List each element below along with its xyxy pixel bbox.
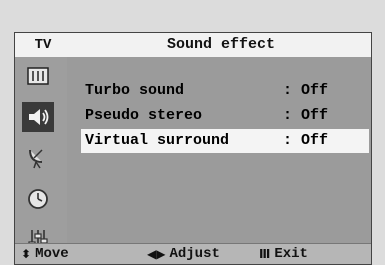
exit-hint: Ⅲ Exit: [259, 244, 308, 264]
menu-content: Turbo sound : Off Pseudo stereo : Off Vi…: [67, 57, 371, 244]
section-label: TV: [34, 37, 52, 53]
menu-item-label: Pseudo stereo: [85, 107, 203, 124]
time-icon[interactable]: [22, 184, 54, 214]
up-down-arrow-icon: ⬍: [21, 247, 32, 261]
menu-title: Sound effect: [166, 36, 276, 53]
menu-item-value: : Off: [283, 107, 329, 124]
menu-item-value: : Off: [283, 132, 329, 149]
menu-item-label: Turbo sound: [85, 82, 185, 99]
channel-icon[interactable]: [22, 143, 54, 173]
move-label: Move: [35, 246, 69, 262]
menu-item-turbo-sound[interactable]: Turbo sound : Off: [81, 79, 369, 103]
menu-key-icon: Ⅲ: [259, 247, 271, 261]
adjust-label: Adjust: [169, 246, 220, 262]
left-right-arrow-icon: ◀▶: [147, 247, 166, 261]
sound-icon[interactable]: [22, 102, 54, 132]
menu-item-label: Virtual surround: [85, 132, 230, 149]
menu-item-pseudo-stereo[interactable]: Pseudo stereo : Off: [81, 104, 369, 128]
tv-osd-menu: TV Sound effect Turbo sound: Off Pseudo…: [14, 32, 372, 265]
category-sidebar: [15, 57, 67, 250]
menu-item-value: : Off: [283, 82, 329, 99]
help-bar: ⬍ Move ◀▶ Adjust Ⅲ Exit: [15, 243, 371, 264]
exit-label: Exit: [274, 246, 308, 262]
picture-icon[interactable]: [22, 61, 54, 91]
menu-header: TV Sound effect: [15, 33, 371, 58]
menu-item-virtual-surround[interactable]: Virtual surround : Off: [81, 129, 369, 153]
adjust-hint: ◀▶ Adjust: [147, 244, 220, 264]
move-hint: ⬍ Move: [21, 244, 69, 264]
